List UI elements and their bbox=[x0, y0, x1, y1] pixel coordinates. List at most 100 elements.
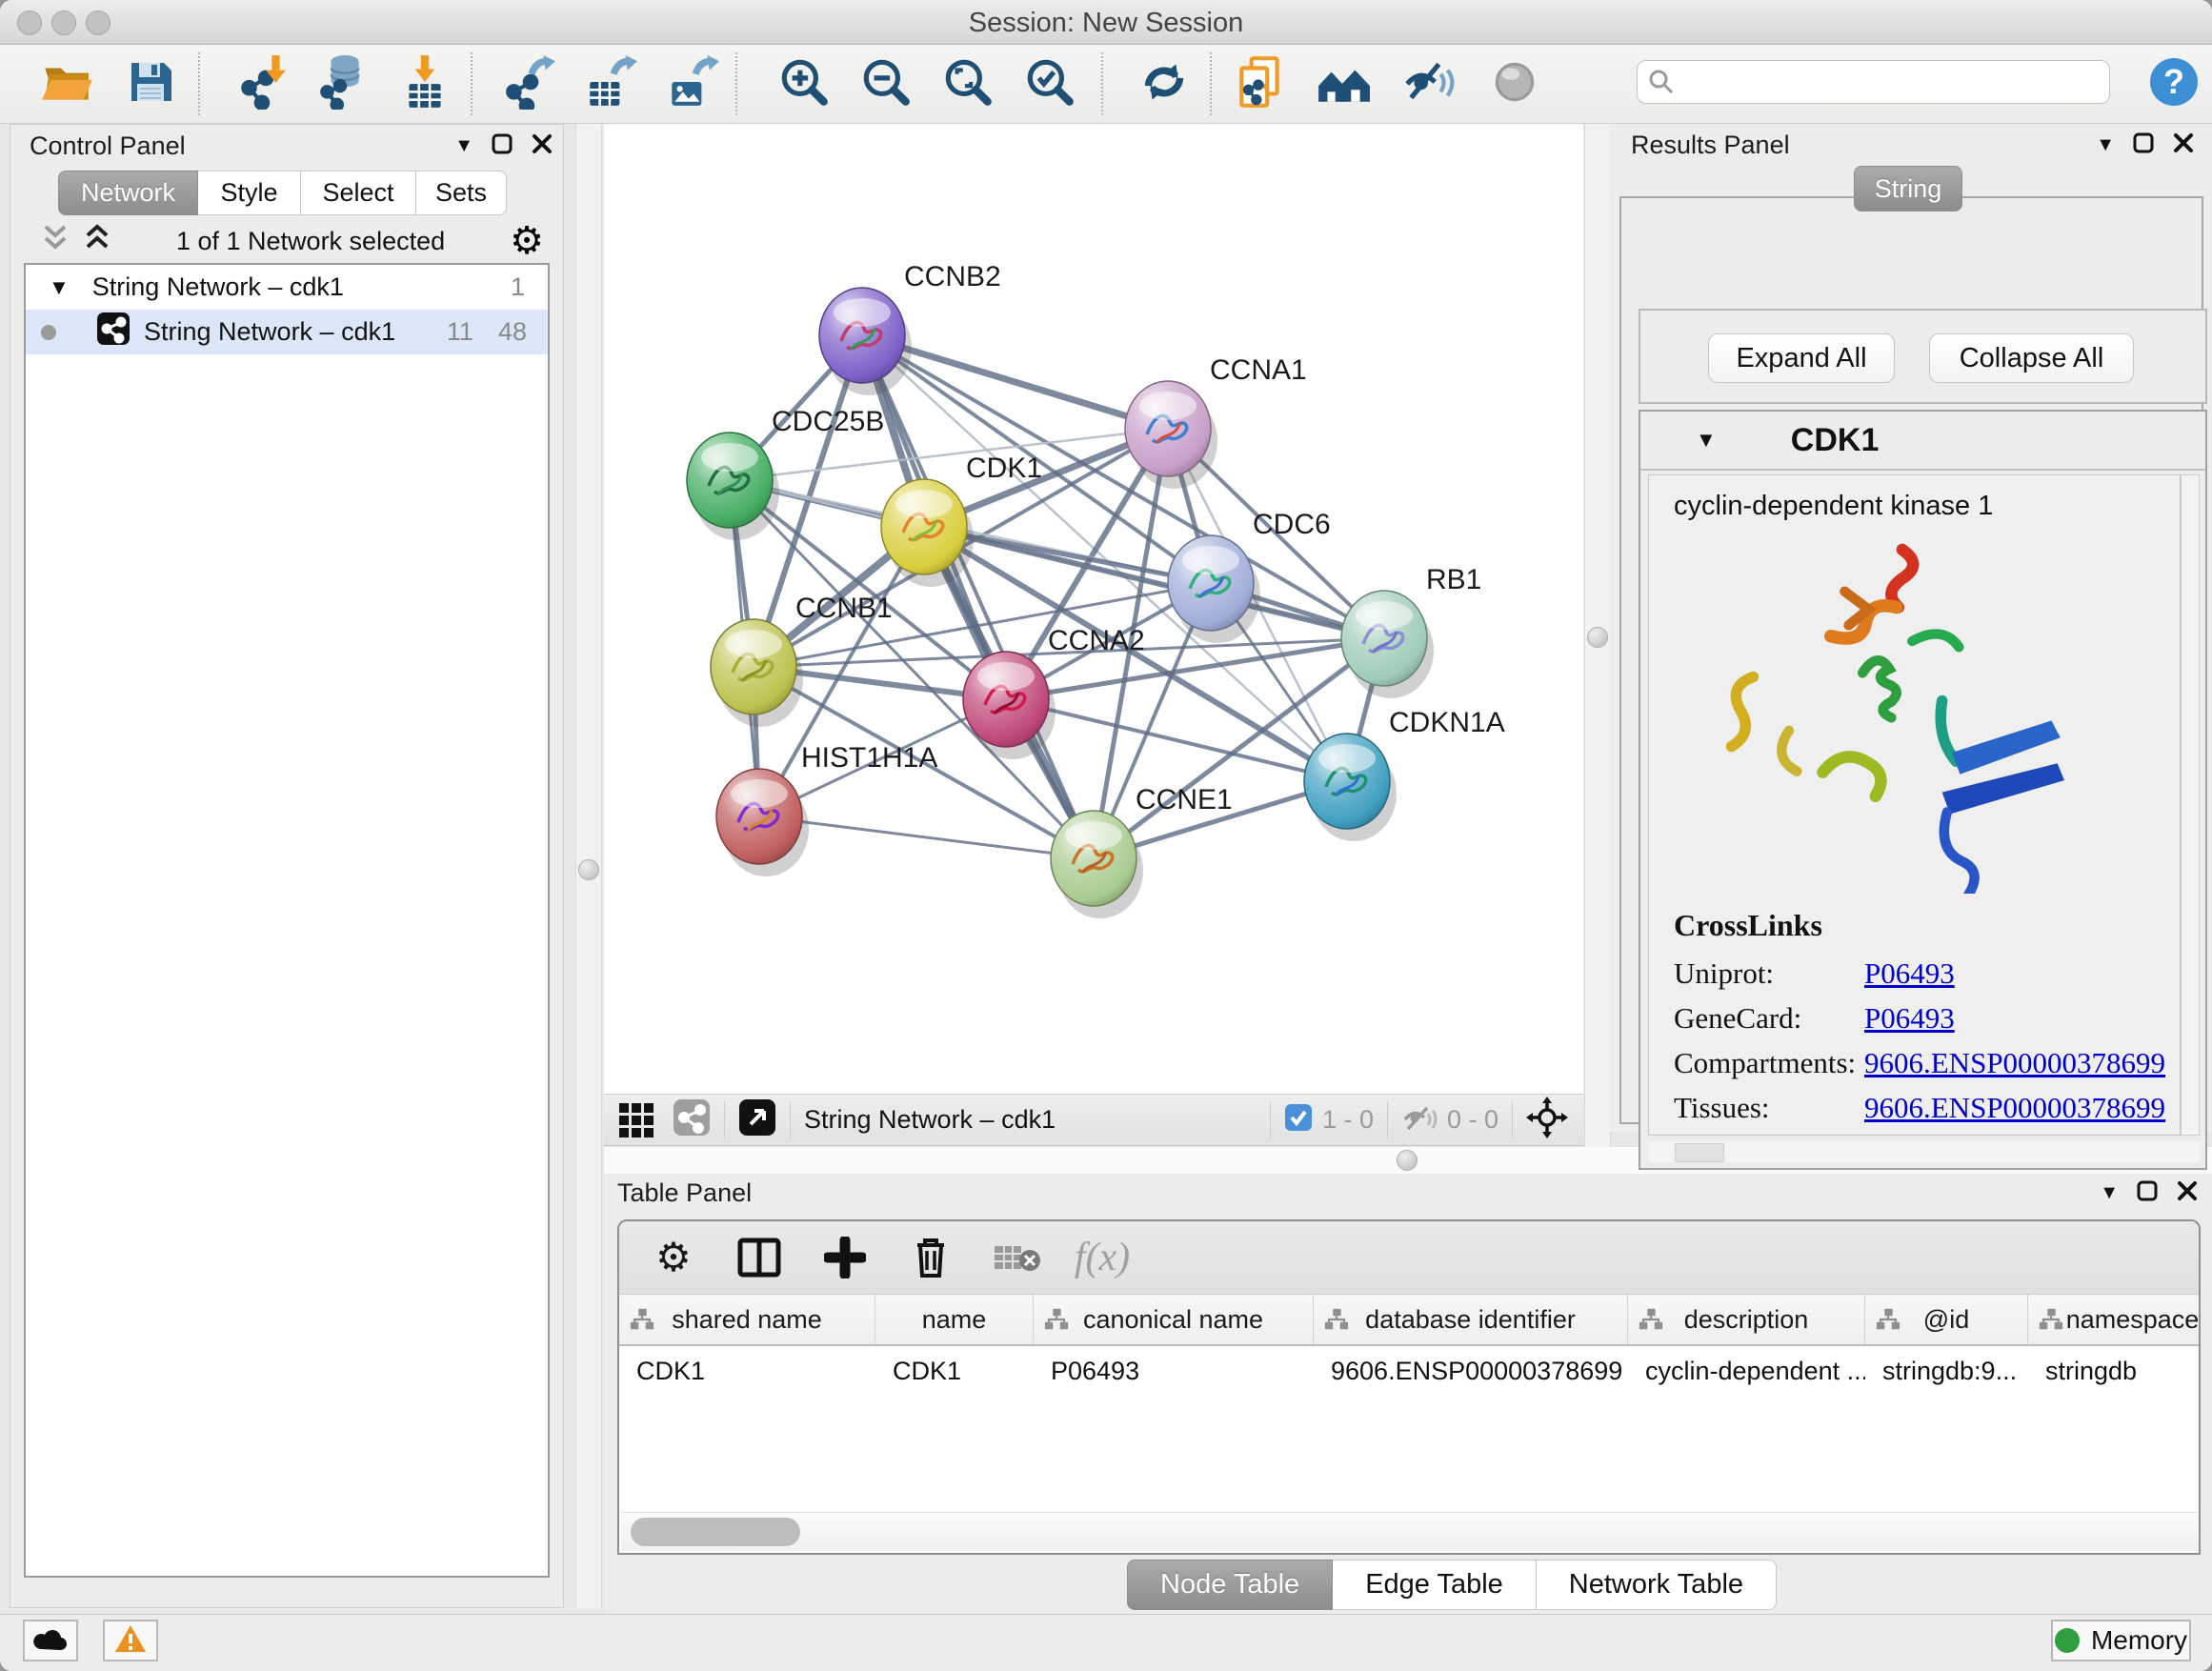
export-table-button[interactable] bbox=[577, 51, 642, 116]
close-panel-icon[interactable] bbox=[2176, 1179, 2199, 1207]
crosshair-move-icon[interactable] bbox=[1526, 1097, 1568, 1143]
panel-menu-icon[interactable]: ▼ bbox=[2096, 135, 2115, 154]
show-eye-button[interactable] bbox=[1482, 51, 1547, 116]
results-hscroll-thumb[interactable] bbox=[1675, 1143, 1724, 1162]
table-row[interactable]: CDK1CDK1P064939606.ENSP00000378699cyclin… bbox=[619, 1346, 2199, 1396]
import-network-file-button[interactable] bbox=[231, 51, 295, 116]
cloud-status-button[interactable] bbox=[23, 1620, 78, 1661]
network-row[interactable]: String Network – cdk1 11 48 bbox=[26, 310, 548, 354]
left-splitter-handle[interactable] bbox=[578, 859, 599, 880]
clone-network-button[interactable] bbox=[1229, 51, 1294, 116]
open-in-new-window-icon[interactable] bbox=[738, 1098, 776, 1141]
column-header-database-identifier[interactable]: database identifier bbox=[1314, 1295, 1628, 1344]
float-panel-icon[interactable] bbox=[2132, 131, 2155, 159]
search-input[interactable] bbox=[1637, 60, 2110, 104]
network-node-CDC6[interactable] bbox=[1168, 535, 1260, 643]
tab-style[interactable]: Style bbox=[198, 171, 301, 215]
tab-string[interactable]: String bbox=[1854, 166, 1962, 211]
float-panel-icon[interactable] bbox=[2136, 1179, 2159, 1207]
crosslink-link[interactable]: P06493 bbox=[1864, 1001, 1955, 1036]
network-node-RB1[interactable] bbox=[1341, 591, 1434, 698]
birdseye-grid-icon[interactable] bbox=[617, 1101, 655, 1139]
column-header-description[interactable]: description bbox=[1628, 1295, 1865, 1344]
right-splitter[interactable] bbox=[1584, 124, 1611, 1147]
float-panel-icon[interactable] bbox=[491, 132, 513, 160]
selected-checkbox-icon[interactable] bbox=[1284, 1103, 1313, 1137]
network-node-CDK1[interactable] bbox=[881, 479, 974, 587]
hide-panel-glasses-button[interactable] bbox=[1397, 51, 1461, 116]
tab-select[interactable]: Select bbox=[301, 171, 416, 215]
string-home-button[interactable] bbox=[1311, 51, 1376, 116]
zoom-out-button[interactable] bbox=[854, 51, 918, 116]
table-cell[interactable]: CDK1 bbox=[619, 1346, 875, 1396]
close-panel-icon[interactable] bbox=[531, 132, 553, 160]
results-horizontal-scrollbar[interactable] bbox=[1648, 1141, 2201, 1162]
table-cell[interactable]: stringdb:9... bbox=[1865, 1346, 2028, 1396]
save-session-button[interactable] bbox=[118, 51, 183, 116]
zoom-selected-button[interactable] bbox=[1017, 51, 1082, 116]
network-node-CDC25B[interactable] bbox=[687, 433, 779, 540]
zoom-in-button[interactable] bbox=[772, 51, 836, 116]
network-node-CCNB2[interactable] bbox=[819, 288, 912, 395]
network-node-CCNE1[interactable] bbox=[1051, 811, 1143, 918]
right-splitter-handle[interactable] bbox=[1587, 627, 1608, 648]
network-node-HIST1H1A[interactable] bbox=[716, 769, 809, 876]
add-column-plus-icon[interactable] bbox=[817, 1237, 873, 1278]
table-horizontal-scrollbar[interactable] bbox=[621, 1512, 2199, 1551]
crosslink-link[interactable]: 9606.ENSP00000378699 bbox=[1864, 1091, 2165, 1125]
horizontal-splitter-handle[interactable] bbox=[1397, 1150, 1418, 1171]
network-node-CDKN1A[interactable] bbox=[1304, 734, 1397, 841]
tab-edge-table[interactable]: Edge Table bbox=[1333, 1560, 1537, 1610]
network-edge-CCNB2-CCNE1[interactable] bbox=[862, 335, 1094, 858]
column-header-namespace[interactable]: namespace bbox=[2028, 1295, 2201, 1344]
results-vertical-scrollbar[interactable] bbox=[2181, 474, 2200, 1136]
panel-menu-icon[interactable]: ▼ bbox=[2100, 1183, 2119, 1202]
help-button[interactable]: ? bbox=[2142, 51, 2206, 116]
network-share-toggle-icon[interactable] bbox=[673, 1098, 711, 1141]
import-network-database-button[interactable] bbox=[311, 51, 375, 116]
crosslink-link[interactable]: 9606.ENSP00000378699 bbox=[1864, 1046, 2165, 1080]
open-session-button[interactable] bbox=[34, 51, 99, 116]
close-panel-icon[interactable] bbox=[2172, 131, 2195, 159]
column-header-canonical-name[interactable]: canonical name bbox=[1034, 1295, 1314, 1344]
tab-node-table[interactable]: Node Table bbox=[1127, 1560, 1333, 1610]
function-builder-icon[interactable]: f(x) bbox=[1075, 1235, 1130, 1280]
apply-layout-button[interactable] bbox=[1132, 51, 1196, 116]
table-cell[interactable]: P06493 bbox=[1034, 1346, 1314, 1396]
gene-entry-header[interactable]: ▼ CDK1 bbox=[1640, 412, 2205, 471]
table-hscroll-thumb[interactable] bbox=[631, 1518, 800, 1546]
import-table-file-button[interactable] bbox=[392, 51, 457, 116]
crosslink-link[interactable]: P06493 bbox=[1864, 1136, 1955, 1137]
network-edge-HIST1H1A-CCNE1[interactable] bbox=[759, 816, 1094, 858]
expand-all-chevrons-icon[interactable] bbox=[83, 223, 111, 260]
collapse-all-button[interactable]: Collapse All bbox=[1929, 333, 2134, 383]
column-header-name[interactable]: name bbox=[875, 1295, 1034, 1344]
delete-column-trash-icon[interactable] bbox=[903, 1236, 958, 1279]
table-cell[interactable]: stringdb bbox=[2028, 1346, 2201, 1396]
zoom-fit-button[interactable] bbox=[935, 51, 1000, 116]
network-edge-CCNA2-CDKN1A[interactable] bbox=[1006, 699, 1347, 781]
column-header-shared-name[interactable]: shared name bbox=[619, 1295, 875, 1344]
network-options-gear-icon[interactable]: ⚙ bbox=[510, 222, 544, 260]
entry-expander-icon[interactable]: ▼ bbox=[1696, 430, 1717, 451]
hidden-eye-slash-icon[interactable] bbox=[1401, 1102, 1438, 1137]
table-cell[interactable]: CDK1 bbox=[875, 1346, 1034, 1396]
tab-network-table[interactable]: Network Table bbox=[1537, 1560, 1777, 1610]
memory-button[interactable]: Memory bbox=[2051, 1620, 2191, 1661]
table-cell[interactable]: 9606.ENSP00000378699 bbox=[1314, 1346, 1628, 1396]
tab-sets[interactable]: Sets bbox=[416, 171, 507, 215]
collapse-all-chevrons-icon[interactable] bbox=[41, 223, 70, 260]
table-settings-gear-icon[interactable]: ⚙ bbox=[646, 1238, 701, 1278]
panel-menu-icon[interactable]: ▼ bbox=[454, 136, 473, 155]
collection-expander-icon[interactable]: ▼ bbox=[49, 277, 70, 298]
network-canvas[interactable]: CCNB2CCNA1CDC25BCDK1CDC6RB1CCNB1CCNA2CDK… bbox=[604, 124, 1583, 1094]
left-splitter[interactable] bbox=[575, 124, 602, 1608]
crosslink-link[interactable]: P06493 bbox=[1864, 956, 1955, 991]
tab-network[interactable]: Network bbox=[58, 171, 198, 215]
expand-all-button[interactable]: Expand All bbox=[1708, 333, 1895, 383]
delete-table-icon[interactable] bbox=[989, 1240, 1044, 1275]
network-collection-row[interactable]: ▼ String Network – cdk1 1 bbox=[26, 265, 548, 310]
export-network-button[interactable] bbox=[497, 51, 562, 116]
export-image-button[interactable] bbox=[659, 51, 724, 116]
table-cell[interactable]: cyclin-dependent ... bbox=[1628, 1346, 1865, 1396]
